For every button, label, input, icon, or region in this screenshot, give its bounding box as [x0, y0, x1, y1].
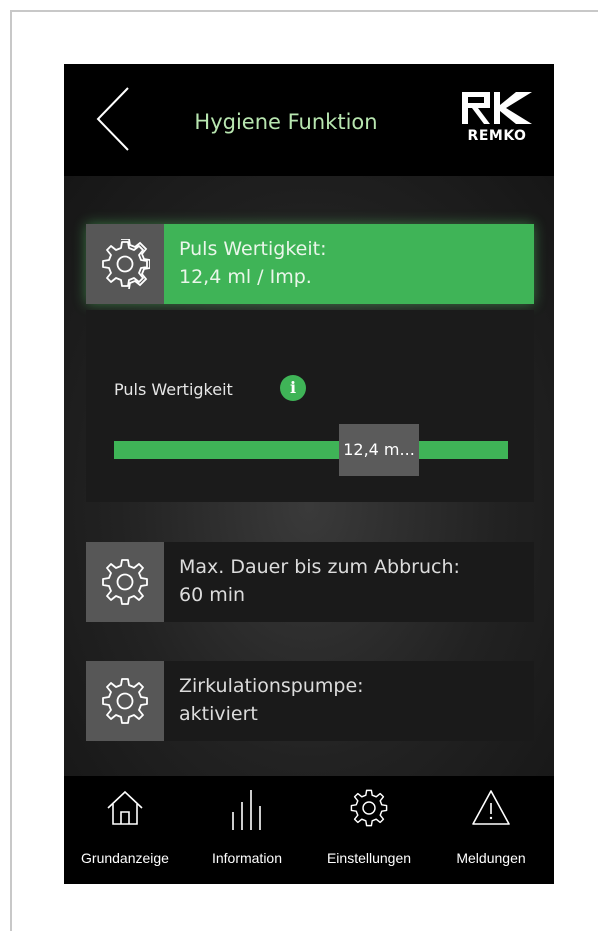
nav-einstellungen[interactable]: Einstellungen	[308, 776, 430, 884]
setting-puls-wertigkeit[interactable]: Puls Wertigkeit: 12,4 ml / Imp.	[86, 224, 534, 304]
nav-grundanzeige[interactable]: Grundanzeige	[64, 776, 186, 884]
panel-label: Puls Wertigkeit	[114, 380, 233, 399]
chevron-left-icon	[96, 87, 129, 151]
home-icon	[107, 790, 143, 825]
nav-information[interactable]: Information	[186, 776, 308, 884]
setting-label: Zirkulationspumpe:	[179, 675, 364, 697]
settings-content: Puls Wertigkeit: 12,4 ml / Imp. Puls Wer…	[64, 176, 554, 776]
nav-label: Einstellungen	[326, 850, 412, 866]
app-screen: Hygiene Funktion REMKO Puls Wertigkeit: …	[64, 64, 554, 884]
gear-icon-box	[86, 661, 164, 741]
gear-icon	[102, 678, 148, 724]
nav-label: Grundanzeige	[81, 850, 169, 866]
setting-max-dauer[interactable]: Max. Dauer bis zum Abbruch: 60 min	[86, 542, 534, 622]
puls-slider-thumb[interactable]: 12,4 m...	[339, 424, 419, 476]
bottom-nav: Grundanzeige Information Einstellungen M…	[64, 776, 554, 884]
gear-icon-box	[86, 542, 164, 622]
gear-icon-box	[86, 224, 164, 304]
page-title: Hygiene Funktion	[194, 110, 378, 134]
remko-logo: REMKO	[460, 88, 534, 146]
nav-label: Information	[211, 850, 283, 866]
frame-border-left	[10, 10, 12, 931]
gear-icon	[102, 239, 150, 289]
setting-value: 12,4 ml / Imp.	[179, 266, 312, 288]
puls-wertigkeit-panel: Puls Wertigkeit i 12,4 m...	[86, 310, 534, 502]
nav-label: Meldungen	[456, 850, 526, 866]
gear-icon	[350, 789, 388, 827]
frame-border-top	[10, 10, 598, 12]
setting-value: 60 min	[179, 584, 246, 606]
setting-label: Max. Dauer bis zum Abbruch:	[179, 556, 460, 578]
warning-icon	[472, 790, 510, 825]
gear-icon	[102, 559, 148, 605]
bars-icon	[232, 790, 261, 830]
setting-label: Puls Wertigkeit:	[179, 238, 327, 260]
header-bar: Hygiene Funktion REMKO	[64, 64, 554, 176]
puls-slider-track[interactable]	[114, 441, 508, 459]
nav-meldungen[interactable]: Meldungen	[430, 776, 552, 884]
remko-logo-mark	[462, 92, 532, 124]
info-icon[interactable]: i	[280, 375, 306, 401]
logo-text: REMKO	[467, 128, 527, 144]
back-button[interactable]	[92, 84, 142, 154]
setting-value: aktiviert	[179, 703, 258, 725]
setting-zirkulationspumpe[interactable]: Zirkulationspumpe: aktiviert	[86, 661, 534, 741]
